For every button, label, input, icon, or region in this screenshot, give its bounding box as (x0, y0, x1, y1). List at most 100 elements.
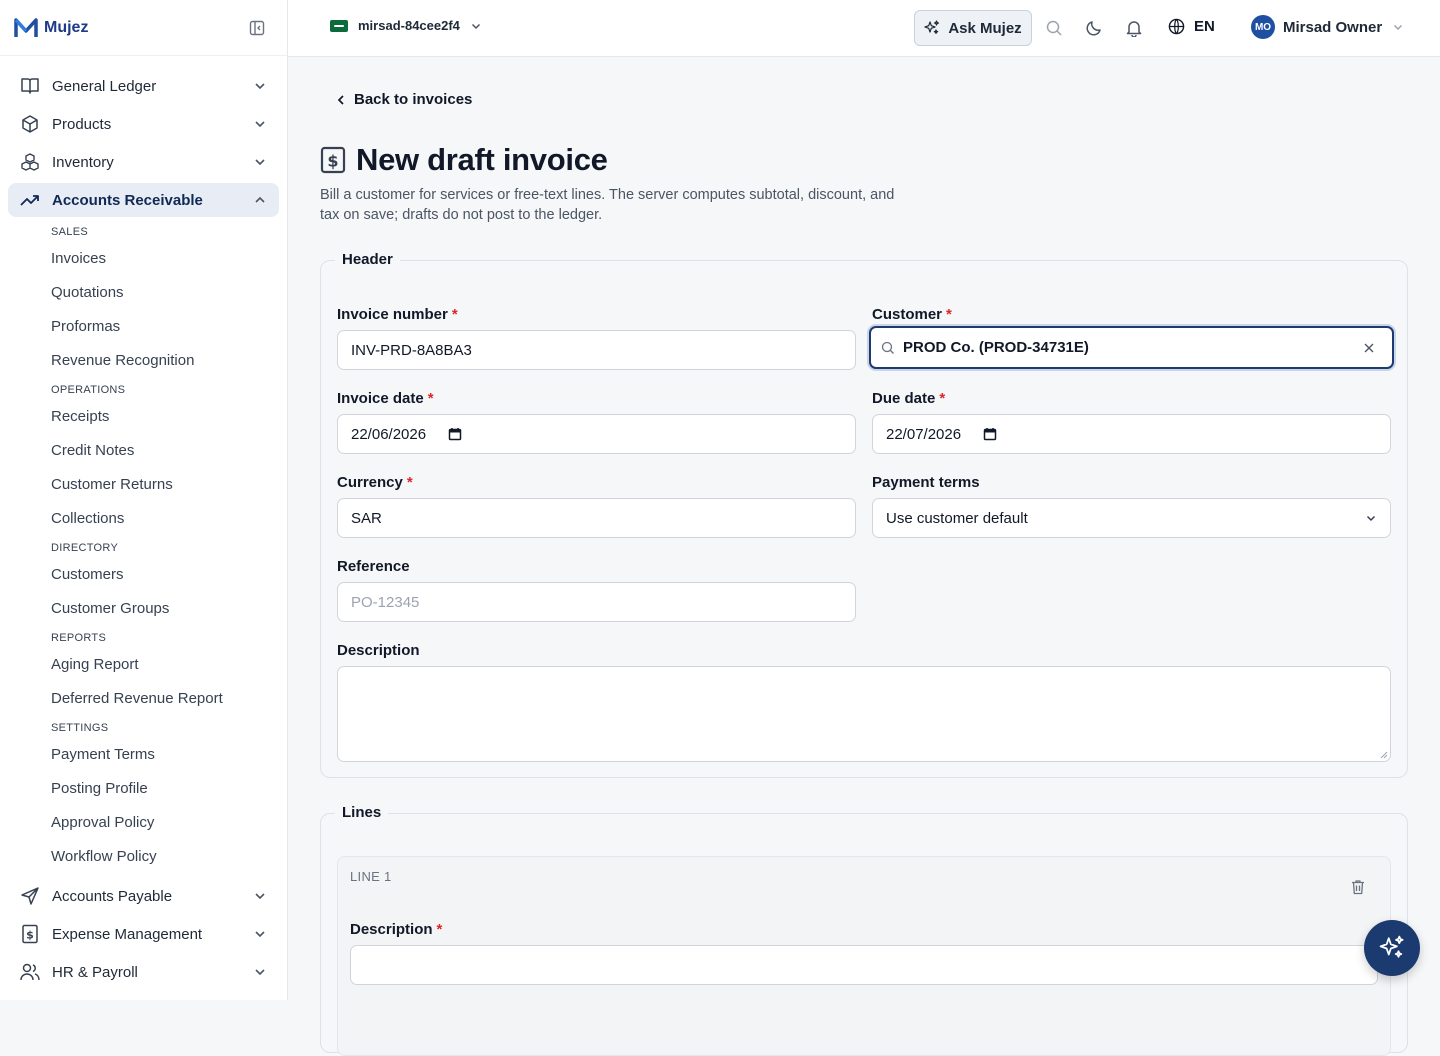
nav-general-ledger[interactable]: General Ledger (8, 69, 279, 103)
logo-row: Mujez (0, 0, 287, 56)
payment-terms-select[interactable]: Use customer default (872, 498, 1391, 538)
due-date-field[interactable]: 22/07/2026 (872, 414, 1391, 454)
sidebar-item-aging-report[interactable]: Aging Report (51, 656, 139, 673)
page-title: $ New draft invoice (320, 142, 608, 178)
nav-expense-management[interactable]: $ Expense Management (8, 917, 279, 951)
boxes-icon (20, 152, 40, 172)
sidebar-item-collections[interactable]: Collections (51, 510, 124, 527)
sidebar-item-proformas[interactable]: Proformas (51, 318, 120, 335)
section-sales: SALES (51, 226, 88, 238)
sidebar-item-workflow-policy[interactable]: Workflow Policy (51, 848, 157, 865)
invoice-number-label: Invoice number * (337, 306, 458, 323)
avatar: MO (1251, 15, 1275, 39)
back-to-invoices-link[interactable]: Back to invoices (336, 91, 472, 108)
sidebar-item-customers[interactable]: Customers (51, 566, 124, 583)
nav-accounts-payable[interactable]: Accounts Payable (8, 879, 279, 913)
sidebar-item-revenue-recognition[interactable]: Revenue Recognition (51, 352, 194, 369)
nav-accounts-receivable[interactable]: Accounts Receivable (8, 183, 279, 217)
chevron-down-icon (255, 969, 265, 976)
chevron-down-icon (255, 159, 265, 166)
currency-label: Currency * (337, 474, 413, 491)
customer-value: PROD Co. (PROD-34731E) (903, 339, 1089, 356)
currency-field[interactable]: SAR (337, 498, 856, 538)
line-number-label: LINE 1 (350, 869, 392, 884)
calendar-icon[interactable] (983, 427, 997, 441)
chevron-down-icon (255, 893, 265, 900)
invoice-number-field[interactable]: INV-PRD-8A8BA3 (337, 330, 856, 370)
description-textarea[interactable] (337, 666, 1391, 762)
sidebar-item-credit-notes[interactable]: Credit Notes (51, 442, 134, 459)
ask-mujez-label: Ask Mujez (948, 19, 1022, 37)
section-directory: DIRECTORY (51, 542, 119, 554)
flag-icon (330, 19, 348, 32)
chevron-left-icon (337, 94, 344, 105)
collapse-sidebar-icon[interactable] (247, 18, 267, 38)
user-menu[interactable]: MO Mirsad Owner (1251, 15, 1404, 39)
back-label: Back to invoices (354, 91, 473, 108)
header-legend: Header (335, 251, 400, 268)
customer-search-field[interactable]: PROD Co. (PROD-34731E) (869, 326, 1394, 369)
sidebar-item-deferred-revenue-report[interactable]: Deferred Revenue Report (51, 690, 223, 707)
sidebar-item-payment-terms[interactable]: Payment Terms (51, 746, 155, 763)
moon-icon[interactable] (1085, 19, 1103, 37)
sidebar-item-customer-returns[interactable]: Customer Returns (51, 476, 173, 493)
ask-mujez-button[interactable]: Ask Mujez (914, 10, 1032, 46)
lines-legend: Lines (335, 804, 389, 821)
search-icon (881, 341, 894, 354)
nav-label: Inventory (52, 153, 114, 171)
chevron-down-icon (471, 23, 480, 29)
chevron-down-icon (255, 931, 265, 938)
sparkles-icon (1379, 935, 1404, 958)
nav-inventory[interactable]: Inventory (8, 145, 279, 179)
sidebar-item-customer-groups[interactable]: Customer Groups (51, 600, 169, 617)
page-title-text: New draft invoice (356, 142, 608, 177)
invoice-date-field[interactable]: 22/06/2026 (337, 414, 856, 454)
sidebar-item-posting-profile[interactable]: Posting Profile (51, 780, 148, 797)
header-fieldset: Header Invoice number * INV-PRD-8A8BA3 Cu… (320, 251, 1408, 778)
section-operations: OPERATIONS (51, 384, 126, 396)
box-icon (20, 114, 40, 134)
svg-text:$: $ (26, 929, 34, 942)
receipt-icon: $ (20, 924, 40, 944)
mujez-logo-icon (14, 17, 38, 37)
chevron-up-icon (255, 196, 265, 203)
nav-hr-payroll[interactable]: HR & Payroll (8, 955, 279, 989)
lines-fieldset: Lines LINE 1 Description * (320, 804, 1408, 1056)
nav-label: General Ledger (52, 77, 157, 95)
nav-label: Products (52, 115, 112, 133)
search-icon[interactable] (1045, 19, 1063, 37)
due-date-label: Due date * (872, 390, 946, 407)
invoice-date-label: Invoice date * (337, 390, 434, 407)
currency-value: SAR (351, 509, 382, 527)
trash-icon[interactable] (1351, 879, 1365, 895)
sidebar-item-quotations[interactable]: Quotations (51, 284, 124, 301)
calendar-icon[interactable] (448, 427, 462, 441)
line-description-field[interactable] (350, 945, 1378, 985)
sidebar-item-receipts[interactable]: Receipts (51, 408, 109, 425)
clear-icon[interactable] (1363, 342, 1375, 354)
section-settings: SETTINGS (51, 722, 109, 734)
sidebar-item-approval-policy[interactable]: Approval Policy (51, 814, 154, 831)
resize-handle-icon[interactable] (1380, 751, 1388, 759)
bell-icon[interactable] (1125, 19, 1143, 37)
users-icon (20, 962, 40, 982)
tenant-switcher[interactable]: mirsad-84cee2f4 (330, 18, 482, 33)
payment-terms-value: Use customer default (886, 509, 1028, 527)
sidebar-item-invoices[interactable]: Invoices (51, 250, 106, 267)
chevron-down-icon (255, 83, 265, 90)
nav-products[interactable]: Products (8, 107, 279, 141)
svg-text:$: $ (327, 152, 338, 171)
page-subtitle: Bill a customer for services or free-tex… (320, 187, 895, 223)
line-card: LINE 1 Description * (337, 856, 1391, 1056)
payment-terms-label: Payment terms (872, 474, 980, 491)
invoice-number-value: INV-PRD-8A8BA3 (351, 341, 472, 359)
section-reports: REPORTS (51, 632, 107, 644)
chevron-down-icon (1394, 24, 1403, 31)
app-name: Mujez (44, 18, 89, 36)
chevron-down-icon (255, 121, 265, 128)
reference-field[interactable]: PO-12345 (337, 582, 856, 622)
user-name: Mirsad Owner (1283, 18, 1383, 36)
ai-assistant-button[interactable] (1364, 920, 1420, 976)
language-switcher[interactable]: EN (1168, 18, 1215, 35)
customer-label: Customer * (872, 306, 952, 323)
